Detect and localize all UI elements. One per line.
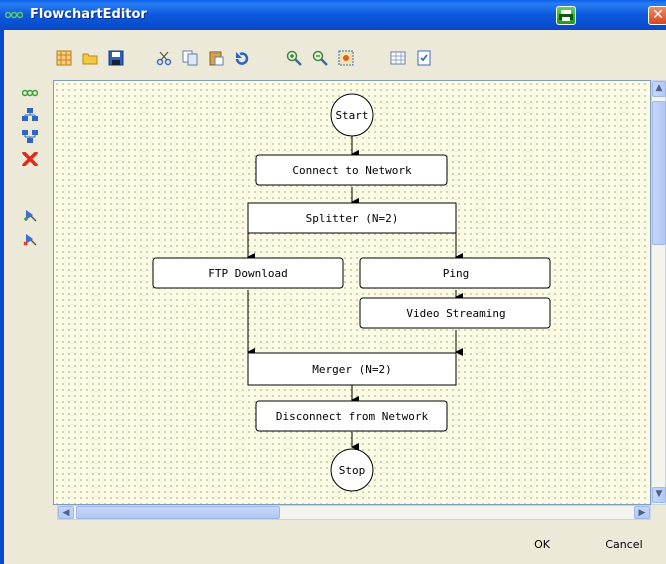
print-icon[interactable] <box>556 6 576 25</box>
add-node-icon[interactable] <box>22 208 38 222</box>
hierarchy-down-icon[interactable] <box>22 108 38 122</box>
node-video-label: Video Streaming <box>406 307 505 320</box>
connect-nodes-icon[interactable] <box>22 86 38 100</box>
node-disconnect[interactable]: Disconnect from Network <box>255 400 448 432</box>
vertical-scrollbar[interactable]: ▲ ▼ <box>651 80 666 505</box>
open-folder-icon[interactable] <box>82 50 98 66</box>
ok-button[interactable]: OK <box>510 532 574 558</box>
node-ping-label: Ping <box>443 267 470 280</box>
zoom-out-icon[interactable] <box>312 50 328 66</box>
node-splitter[interactable]: Splitter (N=2) <box>247 202 457 234</box>
node-start-label: Start <box>335 109 368 122</box>
scroll-up-button[interactable]: ▲ <box>652 81 666 97</box>
vertical-scroll-thumb[interactable] <box>652 101 666 245</box>
close-button[interactable]: ✕ <box>648 6 666 25</box>
delete-icon[interactable] <box>22 152 38 166</box>
horizontal-scroll-thumb[interactable] <box>76 506 280 519</box>
cancel-button[interactable]: Cancel <box>590 532 658 558</box>
scroll-right-button[interactable]: ▶ <box>634 506 650 519</box>
copy-icon[interactable] <box>182 50 198 66</box>
toolbar <box>4 30 666 76</box>
app-logo-icon <box>5 11 23 19</box>
table-icon[interactable] <box>390 50 406 66</box>
left-toolbar <box>4 80 48 280</box>
window-title: FlowchartEditor <box>30 7 147 22</box>
zoom-fit-icon[interactable] <box>338 50 354 66</box>
flowchart-diagram: Start Connect to Network Splitter (N=2) … <box>152 93 551 492</box>
remove-node-icon[interactable] <box>22 232 38 246</box>
node-connect[interactable]: Connect to Network <box>255 154 448 186</box>
zoom-in-icon[interactable] <box>286 50 302 66</box>
title-bar: FlowchartEditor ✕ <box>0 0 666 30</box>
save-icon[interactable] <box>108 50 124 66</box>
node-ping[interactable]: Ping <box>359 257 551 289</box>
node-disconnect-label: Disconnect from Network <box>276 410 429 423</box>
scroll-down-button[interactable]: ▼ <box>652 487 666 503</box>
horizontal-scrollbar[interactable]: ◀ ▶ <box>57 505 651 520</box>
chevron-down-icon: ▼ <box>655 489 663 499</box>
node-stop[interactable]: Stop <box>330 448 374 492</box>
node-start[interactable]: Start <box>330 93 374 137</box>
node-merger-label: Merger (N=2) <box>312 363 391 376</box>
scroll-left-button[interactable]: ◀ <box>58 506 74 519</box>
chevron-right-icon: ▶ <box>638 508 646 518</box>
node-ftp-label: FTP Download <box>208 267 287 280</box>
flowchart-canvas[interactable]: Start Connect to Network Splitter (N=2) … <box>53 80 651 505</box>
node-connect-label: Connect to Network <box>292 164 412 177</box>
node-video[interactable]: Video Streaming <box>359 297 551 329</box>
paste-icon[interactable] <box>208 50 224 66</box>
node-splitter-label: Splitter (N=2) <box>306 212 399 225</box>
undo-icon[interactable] <box>234 50 250 66</box>
cut-icon[interactable] <box>156 50 172 66</box>
node-ftp[interactable]: FTP Download <box>152 257 344 289</box>
node-stop-label: Stop <box>339 464 366 477</box>
chevron-left-icon: ◀ <box>62 508 70 518</box>
checklist-icon[interactable] <box>416 50 432 66</box>
chevron-up-icon: ▲ <box>655 83 663 93</box>
grid-new-icon[interactable] <box>56 50 72 66</box>
hierarchy-up-icon[interactable] <box>22 130 38 144</box>
node-merger[interactable]: Merger (N=2) <box>247 352 457 386</box>
